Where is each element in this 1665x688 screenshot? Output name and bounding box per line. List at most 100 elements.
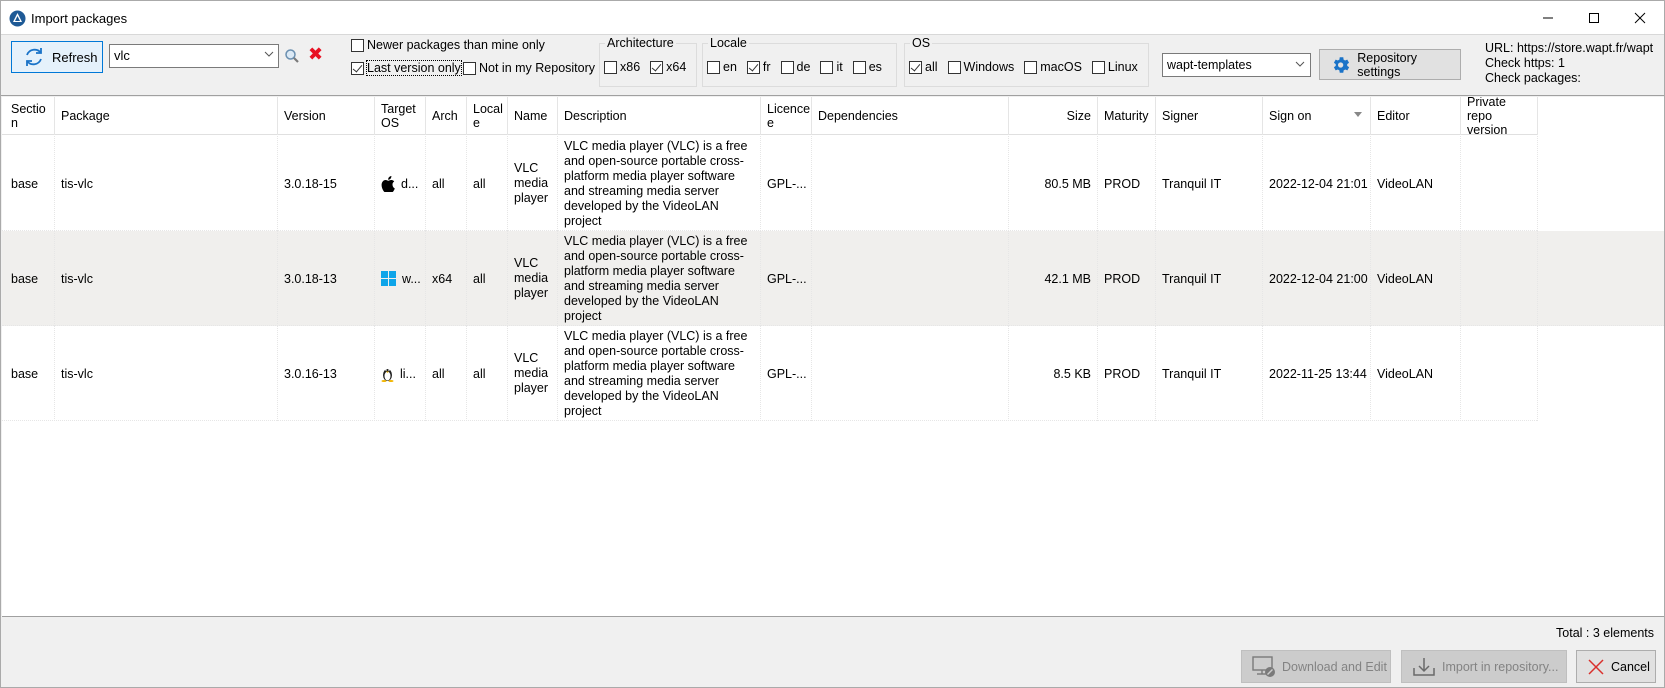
column-header-label: Target OS bbox=[381, 102, 416, 130]
locale-fr-checkbox[interactable]: fr bbox=[746, 60, 771, 74]
repository-info: URL: https://store.wapt.fr/wapt Check ht… bbox=[1485, 41, 1653, 86]
clear-search-icon[interactable]: ✖ bbox=[308, 45, 323, 63]
table-row[interactable]: base tis-vlc 3.0.18-13 w... x64 all VLC media … bbox=[2, 231, 1664, 326]
arch-x86-checkbox[interactable]: x86 bbox=[604, 60, 640, 74]
cell-private-repo-version bbox=[1461, 231, 1538, 326]
arch-x64-checkbox[interactable]: x64 bbox=[650, 60, 686, 74]
cell-sign-on: 2022-12-04 21:01 bbox=[1263, 136, 1371, 231]
cell-locale: all bbox=[467, 326, 508, 421]
column-header-target-os[interactable]: Target OS bbox=[375, 97, 426, 135]
os-all-label: all bbox=[925, 60, 938, 74]
os-windows-label: Windows bbox=[963, 60, 1015, 74]
checkbox-box[interactable] bbox=[852, 60, 866, 74]
close-button[interactable] bbox=[1617, 1, 1663, 35]
cell-description: VLC media player (VLC) is a free and ope… bbox=[558, 136, 761, 231]
packages-grid[interactable]: Sectio n Package Version Target OS Arch Local… bbox=[2, 97, 1664, 617]
column-header-name[interactable]: Name bbox=[508, 97, 558, 135]
cell-arch: x64 bbox=[426, 231, 467, 326]
os-all-checkbox[interactable]: all bbox=[909, 60, 938, 74]
last-version-checkbox[interactable]: Last version only bbox=[351, 60, 462, 76]
locale-de-label: de bbox=[796, 60, 811, 74]
minimize-icon bbox=[1543, 17, 1553, 19]
column-header-size[interactable]: Size bbox=[1009, 97, 1098, 135]
checkbox-box[interactable] bbox=[820, 60, 834, 74]
download-and-edit-button[interactable]: Download and Edit bbox=[1241, 650, 1391, 683]
cell-private-repo-version bbox=[1461, 136, 1538, 231]
checkbox-box[interactable] bbox=[604, 60, 617, 74]
checkbox-box[interactable] bbox=[650, 60, 664, 74]
checkbox-box[interactable] bbox=[463, 61, 476, 75]
not-in-repository-checkbox[interactable]: Not in my Repository bbox=[463, 61, 595, 75]
column-header-sign-on[interactable]: Sign on bbox=[1263, 97, 1371, 135]
table-row[interactable]: base tis-vlc 3.0.16-13 li... all all VLC media… bbox=[2, 326, 1538, 421]
import-in-repository-button[interactable]: Import in repository... bbox=[1401, 650, 1567, 683]
column-header-locale[interactable]: Local e bbox=[467, 97, 508, 135]
cell-editor: VideoLAN bbox=[1371, 326, 1461, 421]
column-header-signer[interactable]: Signer bbox=[1156, 97, 1263, 135]
cell-text: Tranquil IT bbox=[1162, 176, 1222, 191]
column-header-section[interactable]: Sectio n bbox=[5, 97, 55, 135]
cell-private-repo-version bbox=[1461, 326, 1538, 421]
column-header-maturity[interactable]: Maturity bbox=[1098, 97, 1156, 135]
column-header-description[interactable]: Description bbox=[558, 97, 761, 135]
column-header-private-repo-version[interactable]: Private repo version bbox=[1461, 97, 1538, 137]
column-header-label: Signer bbox=[1162, 109, 1199, 123]
cell-signer: Tranquil IT bbox=[1156, 136, 1263, 231]
checkbox-box[interactable] bbox=[351, 38, 364, 52]
cell-text: all bbox=[432, 366, 445, 381]
column-header-label: Size bbox=[1066, 109, 1091, 123]
repository-settings-button[interactable]: Repository settings bbox=[1319, 49, 1461, 80]
cancel-button[interactable]: Cancel bbox=[1576, 650, 1656, 683]
locale-it-checkbox[interactable]: it bbox=[820, 60, 843, 74]
cell-dependencies bbox=[812, 231, 1009, 326]
cell-text: VideoLAN bbox=[1377, 176, 1434, 191]
maximize-button[interactable] bbox=[1571, 1, 1617, 35]
locale-legend: Locale bbox=[708, 36, 749, 50]
checkbox-box[interactable] bbox=[351, 61, 364, 75]
cell-locale: all bbox=[467, 231, 508, 326]
cell-text: Tranquil IT bbox=[1162, 271, 1222, 286]
locale-es-checkbox[interactable]: es bbox=[852, 60, 882, 74]
column-header-arch[interactable]: Arch bbox=[426, 97, 467, 135]
chevron-down-icon[interactable] bbox=[264, 49, 274, 59]
checkbox-box[interactable] bbox=[707, 60, 720, 74]
repository-settings-label: Repository settings bbox=[1357, 50, 1418, 79]
os-windows-checkbox[interactable]: Windows bbox=[947, 60, 1015, 74]
minimize-button[interactable] bbox=[1525, 1, 1571, 35]
column-header-editor[interactable]: Editor bbox=[1371, 97, 1461, 135]
search-input[interactable]: vlc bbox=[109, 44, 279, 68]
checkbox-box[interactable] bbox=[1024, 60, 1038, 74]
cell-text: VLC media player bbox=[514, 256, 549, 300]
cell-target-os: d... bbox=[375, 136, 426, 231]
cell-arch: all bbox=[426, 136, 467, 231]
column-header-package[interactable]: Package bbox=[55, 97, 278, 135]
cell-text: 3.0.18-15 bbox=[284, 176, 337, 191]
checkbox-box[interactable] bbox=[780, 60, 794, 74]
table-row[interactable]: base tis-vlc 3.0.18-15 d... all all VLC media … bbox=[2, 136, 1538, 231]
locale-de-checkbox[interactable]: de bbox=[780, 60, 811, 74]
column-header-label: Package bbox=[61, 109, 110, 123]
cell-version: 3.0.16-13 bbox=[278, 326, 375, 421]
cell-version: 3.0.18-13 bbox=[278, 231, 375, 326]
checkbox-box[interactable] bbox=[909, 60, 922, 74]
cell-text: PROD bbox=[1104, 176, 1141, 191]
newer-packages-checkbox[interactable]: Newer packages than mine only bbox=[351, 38, 545, 52]
checkbox-box[interactable] bbox=[746, 60, 760, 74]
cell-text: tis-vlc bbox=[61, 176, 93, 191]
search-icon[interactable] bbox=[284, 48, 300, 64]
column-header-dependencies[interactable]: Dependencies bbox=[812, 97, 1009, 135]
os-linux-checkbox[interactable]: Linux bbox=[1091, 60, 1138, 74]
cell-text: VLC media player bbox=[514, 351, 549, 395]
os-macos-checkbox[interactable]: macOS bbox=[1024, 60, 1082, 74]
repository-select[interactable]: wapt-templates bbox=[1162, 53, 1311, 77]
checkbox-box[interactable] bbox=[1091, 60, 1105, 74]
cell-text: all bbox=[432, 176, 445, 191]
refresh-button[interactable]: Refresh bbox=[11, 41, 103, 73]
checkbox-box[interactable] bbox=[947, 60, 961, 74]
cell-text: VLC media player (VLC) is a free and ope… bbox=[564, 328, 748, 418]
locale-en-label: en bbox=[723, 60, 737, 74]
locale-en-checkbox[interactable]: en bbox=[707, 60, 737, 74]
column-header-version[interactable]: Version bbox=[278, 97, 375, 135]
chevron-down-icon bbox=[1295, 61, 1305, 67]
column-header-licence[interactable]: Licence e bbox=[761, 97, 812, 135]
